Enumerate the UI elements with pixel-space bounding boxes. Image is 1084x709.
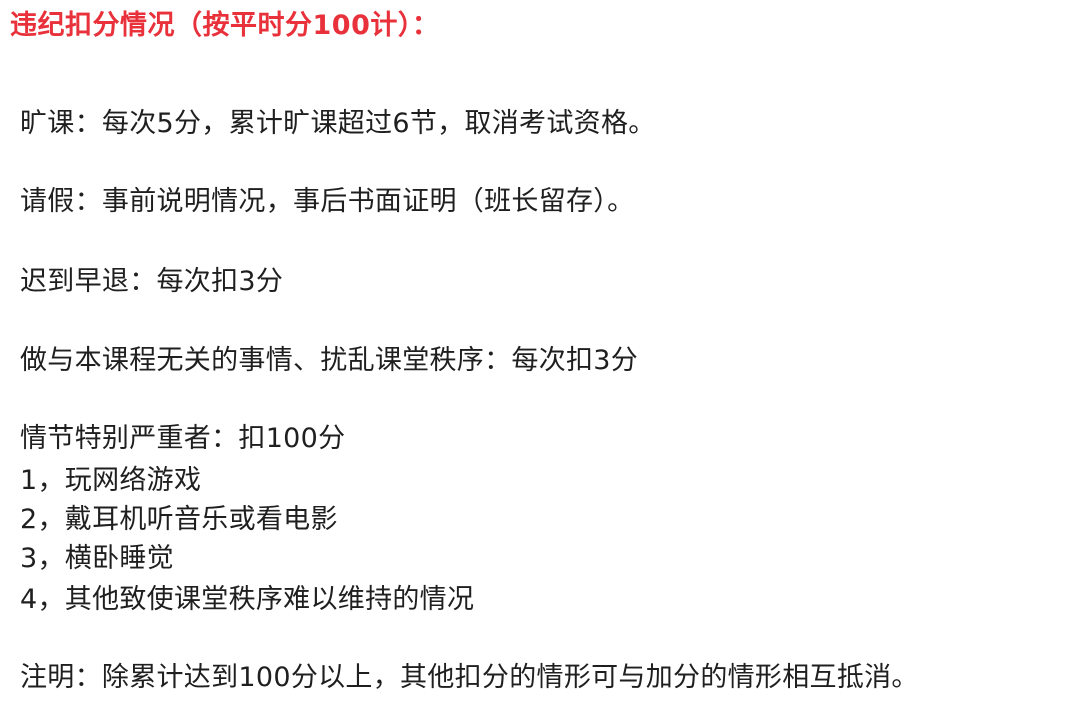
rule-late-early-leave: 迟到早退：每次扣3分 bbox=[20, 266, 284, 297]
rule-serious-cases: 情节特别严重者：扣100分 bbox=[20, 423, 346, 454]
rule-leave: 请假：事前说明情况，事后书面证明（班长留存）。 bbox=[20, 186, 635, 217]
rule-classroom-disruption: 做与本课程无关的事情、扰乱课堂秩序：每次扣3分 bbox=[20, 345, 639, 376]
note-text: 注明：除累计达到100分以上，其他扣分的情形可与加分的情形相互抵消。 bbox=[20, 662, 919, 693]
document-page: 违纪扣分情况（按平时分100计）： 旷课：每次5分，累计旷课超过6节，取消考试资… bbox=[0, 0, 1084, 709]
rule-absence: 旷课：每次5分，累计旷课超过6节，取消考试资格。 bbox=[20, 108, 656, 139]
serious-item-3: 3，横卧睡觉 bbox=[20, 543, 174, 574]
serious-item-2: 2，戴耳机听音乐或看电影 bbox=[20, 504, 338, 535]
serious-item-4: 4，其他致使课堂秩序难以维持的情况 bbox=[20, 584, 475, 615]
serious-item-1: 1，玩网络游戏 bbox=[20, 465, 202, 496]
section-title: 违纪扣分情况（按平时分100计）： bbox=[10, 10, 440, 41]
